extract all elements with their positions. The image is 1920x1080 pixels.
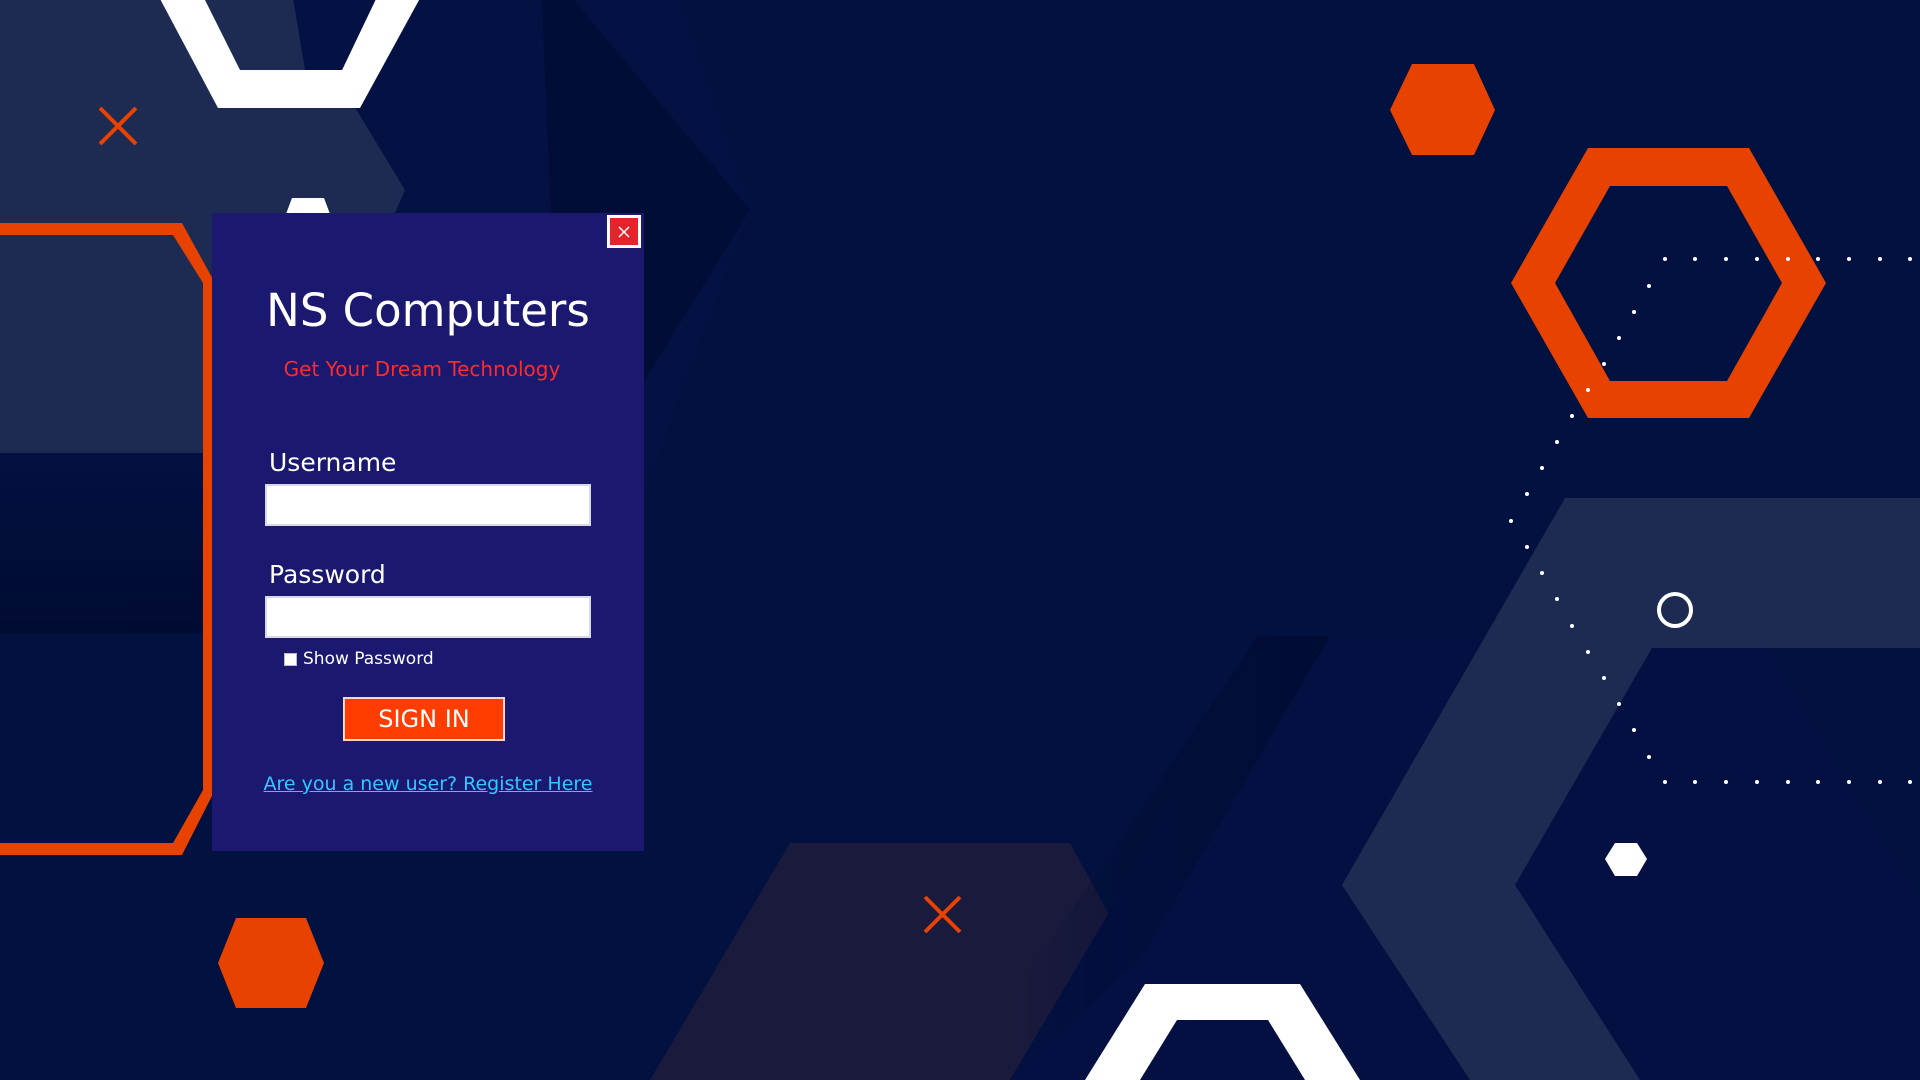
- register-link[interactable]: Are you a new user? Register Here: [212, 773, 644, 795]
- username-label: Username: [269, 448, 397, 477]
- hexagon-orange-small: [1390, 64, 1495, 155]
- close-icon: [610, 218, 638, 245]
- password-input[interactable]: [265, 596, 591, 638]
- hexagon-white-small: [286, 198, 330, 214]
- password-label: Password: [269, 560, 386, 589]
- show-password-checkbox[interactable]: [284, 652, 297, 666]
- app-tagline: Get Your Dream Technology: [283, 357, 561, 381]
- hexagon-orange-bottom-left: [218, 918, 324, 1008]
- login-panel: NS Computers Get Your Dream Technology U…: [212, 213, 644, 851]
- show-password-toggle[interactable]: Show Password: [284, 649, 434, 669]
- app-title: NS Computers: [266, 284, 590, 337]
- username-input[interactable]: [265, 484, 591, 526]
- close-button[interactable]: [607, 215, 641, 248]
- show-password-label: Show Password: [303, 649, 434, 669]
- sign-in-button[interactable]: SIGN IN: [343, 697, 505, 741]
